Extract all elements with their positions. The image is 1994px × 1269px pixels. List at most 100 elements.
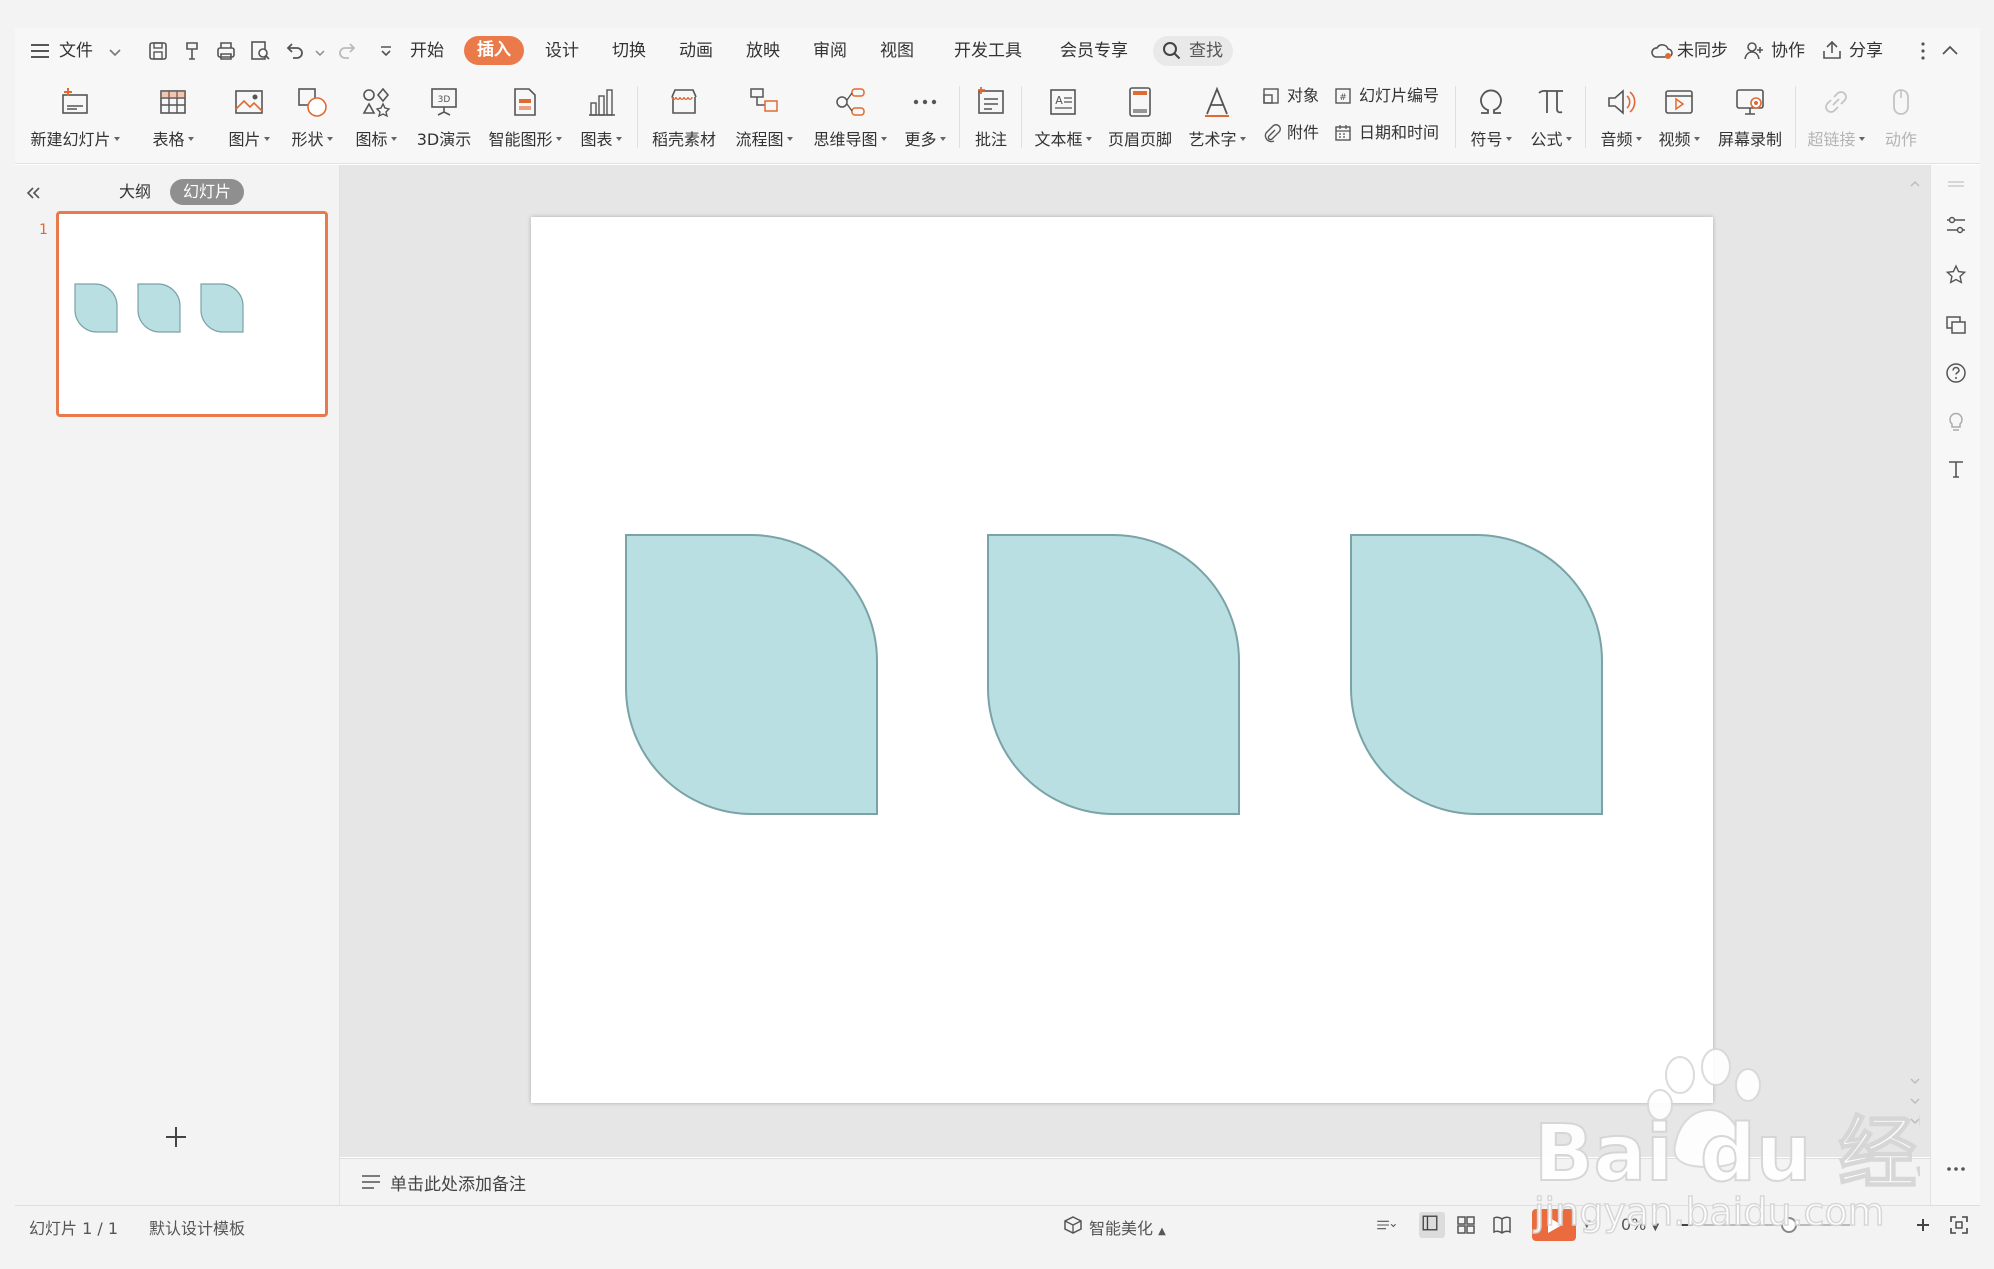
tab-member[interactable]: 会员专享 [1060, 37, 1128, 65]
star-icon[interactable] [1944, 263, 1968, 287]
slide-canvas[interactable] [531, 217, 1713, 1103]
print-preview-icon[interactable] [247, 38, 273, 64]
normal-view-icon[interactable] [1419, 1212, 1445, 1238]
share-button[interactable]: 分享 [1849, 37, 1883, 65]
more-vertical-icon[interactable] [1910, 38, 1925, 64]
picture-button[interactable]: 图片 [221, 76, 277, 158]
icon-library-icon [358, 84, 394, 120]
fit-window-icon[interactable] [1948, 1214, 1970, 1236]
chart-button[interactable]: 图表 [572, 76, 630, 158]
file-menu[interactable]: 文件 [59, 37, 93, 65]
tab-outline[interactable]: 大纲 [119, 179, 151, 205]
redo-icon[interactable] [335, 38, 361, 64]
sync-status[interactable]: 未同步 [1677, 37, 1728, 65]
slide-thumbnail-number: 1 [39, 222, 48, 238]
save-icon[interactable] [145, 38, 171, 64]
tab-home[interactable]: 开始 [410, 37, 444, 65]
text-format-icon[interactable] [1944, 457, 1968, 481]
format-painter-icon[interactable] [179, 38, 205, 64]
add-slide-icon[interactable] [162, 1123, 190, 1151]
leaf-shape-1[interactable] [625, 534, 878, 815]
symbol-button[interactable]: 符号 [1463, 76, 1519, 158]
tab-view[interactable]: 视图 [880, 37, 914, 65]
tab-insert[interactable]: 插入 [464, 36, 524, 65]
textbox-button[interactable]: A 文本框 [1029, 76, 1097, 158]
template-name[interactable]: 默认设计模板 [149, 1215, 245, 1239]
collaborate-icon[interactable] [1741, 38, 1767, 64]
collaborate-button[interactable]: 协作 [1771, 37, 1805, 65]
undo-icon[interactable] [281, 38, 307, 64]
icon-button[interactable]: 图标 [347, 76, 405, 158]
leaf-shape-2[interactable] [987, 534, 1240, 815]
notes-pane[interactable]: 单击此处添加备注 [340, 1158, 1930, 1205]
ribbon-divider [1021, 86, 1022, 148]
video-button[interactable]: 视频 [1651, 76, 1707, 158]
grid-view-icon[interactable] [1455, 1214, 1477, 1236]
datetime-button[interactable]: 日期和时间 [1333, 119, 1439, 147]
menu-bar: 文件 开始 插入 设计 切换 动画 放映 审阅 视图 开发工具 会员专享 查找 … [15, 28, 1980, 72]
more-horizontal-icon[interactable] [1944, 1157, 1968, 1181]
tab-design[interactable]: 设计 [545, 37, 579, 65]
customize-toolbar-icon[interactable] [373, 38, 399, 64]
help-icon[interactable] [1944, 361, 1968, 385]
audio-button[interactable]: 音频 [1593, 76, 1649, 158]
play-dropdown-icon[interactable]: ▼ [1583, 1219, 1591, 1230]
zoom-slider-track[interactable] [1700, 1224, 1850, 1226]
slide-thumbnail[interactable] [56, 211, 328, 417]
share-icon[interactable] [1819, 38, 1845, 64]
hamburger-menu-icon[interactable] [27, 38, 53, 64]
new-slide-label: 新建幻灯片 [30, 130, 111, 149]
shop-icon [666, 84, 702, 120]
reading-view-icon[interactable] [1491, 1214, 1513, 1236]
tab-review[interactable]: 审阅 [813, 37, 847, 65]
collapse-ribbon-icon[interactable] [1937, 38, 1963, 64]
leaf-shape-3[interactable] [1350, 534, 1603, 815]
screen-record-button[interactable]: 屏幕录制 [1711, 76, 1789, 158]
tab-slides[interactable]: 幻灯片 [170, 179, 245, 205]
properties-icon[interactable] [1944, 213, 1968, 237]
table-button[interactable]: 表格 [142, 76, 204, 158]
zoom-in-icon[interactable] [1912, 1214, 1934, 1236]
undo-dropdown-icon[interactable] [307, 40, 325, 66]
tab-developer[interactable]: 开发工具 [954, 37, 1022, 65]
zoom-out-icon[interactable] [1676, 1214, 1698, 1236]
new-slide-button[interactable]: 新建幻灯片 [25, 76, 125, 158]
print-icon[interactable] [213, 38, 239, 64]
zoom-level[interactable]: 0% ▼ [1621, 1215, 1659, 1234]
notes-toggle-icon[interactable] [1375, 1214, 1405, 1236]
tab-slideshow[interactable]: 放映 [746, 37, 780, 65]
mindmap-button[interactable]: 思维导图 [807, 76, 893, 158]
search-icon [1162, 41, 1182, 61]
beautify-button[interactable]: 智能美化 ▲ [1089, 1215, 1166, 1239]
wordart-button[interactable]: 艺术字 [1182, 76, 1252, 158]
action-button[interactable]: 动作 [1875, 76, 1927, 158]
more-button[interactable]: 更多 [897, 76, 953, 158]
object-button[interactable]: 对象 [1261, 82, 1319, 110]
attachment-button[interactable]: 附件 [1261, 119, 1319, 147]
notes-icon [360, 1173, 382, 1191]
chevron-down-icon[interactable] [102, 40, 121, 66]
vertical-scrollbar[interactable] [1905, 174, 1925, 1154]
3d-demo-button[interactable]: 3D 3D演示 [410, 76, 478, 158]
header-footer-icon [1122, 84, 1158, 120]
hyperlink-button[interactable]: 超链接 [1801, 76, 1871, 158]
smartart-button[interactable]: 智能图形 [483, 76, 567, 158]
slide-number-button[interactable]: # 幻灯片编号 [1333, 82, 1439, 110]
docer-material-button[interactable]: 稻壳素材 [645, 76, 723, 158]
transition-icon[interactable] [1944, 313, 1968, 337]
shape-button[interactable]: 形状 [283, 76, 341, 158]
cloud-sync-icon[interactable] [1649, 38, 1675, 64]
beautify-icon[interactable] [1062, 1214, 1084, 1236]
collapse-panel-icon[interactable] [23, 183, 43, 203]
header-footer-button[interactable]: 页眉页脚 [1103, 76, 1177, 158]
zoom-slider-handle[interactable] [1781, 1217, 1797, 1233]
beautify-label: 智能美化 [1089, 1219, 1154, 1238]
lightbulb-icon[interactable] [1944, 409, 1968, 433]
search-button[interactable]: 查找 [1153, 36, 1233, 66]
flowchart-button[interactable]: 流程图 [728, 76, 800, 158]
play-slideshow-button[interactable] [1532, 1209, 1576, 1241]
tab-transitions[interactable]: 切换 [612, 37, 646, 65]
comment-button[interactable]: 批注 [967, 76, 1015, 158]
tab-animations[interactable]: 动画 [679, 37, 713, 65]
formula-button[interactable]: 公式 [1523, 76, 1579, 158]
